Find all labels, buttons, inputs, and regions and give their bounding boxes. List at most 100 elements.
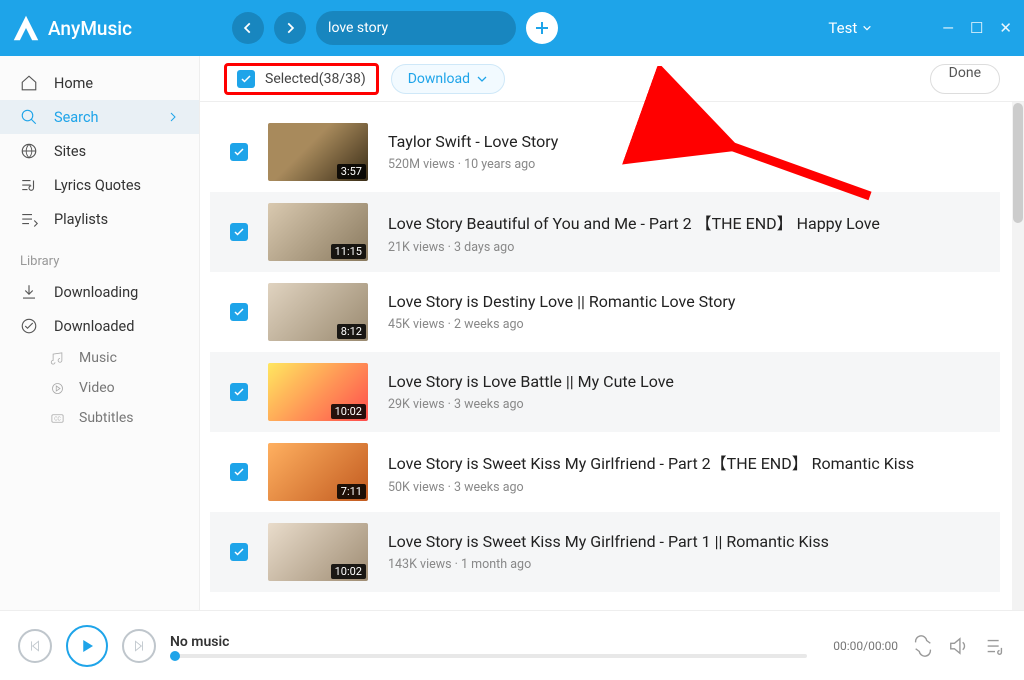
sidebar-sub-subtitles[interactable]: CC Subtitles xyxy=(0,403,199,433)
row-checkbox[interactable] xyxy=(230,143,248,161)
result-title: Love Story is Love Battle || My Cute Lov… xyxy=(388,372,1000,391)
sidebar-item-label: Video xyxy=(79,380,115,396)
action-bar: Selected(38/38) Download Done xyxy=(200,56,1024,102)
check-icon xyxy=(233,386,245,398)
scrollbar[interactable] xyxy=(1012,102,1024,610)
download-label: Download xyxy=(408,71,470,87)
next-button[interactable] xyxy=(122,629,156,663)
sidebar-item-label: Music xyxy=(79,350,117,366)
result-title: Love Story is Sweet Kiss My Girlfriend -… xyxy=(388,532,1000,551)
sidebar-item-search[interactable]: Search xyxy=(0,100,199,134)
music-icon xyxy=(50,351,65,366)
download-button[interactable]: Download xyxy=(391,64,505,94)
sidebar-item-label: Downloading xyxy=(54,284,138,301)
selected-count-label: Selected(38/38) xyxy=(265,71,366,87)
result-title: Love Story Beautiful of You and Me - Par… xyxy=(388,210,1000,234)
result-row[interactable]: 3:57 Taylor Swift - Love Story 520M views… xyxy=(210,112,1000,192)
previous-button[interactable] xyxy=(18,629,52,663)
duration: 7:11 xyxy=(337,484,366,499)
sidebar-item-sites[interactable]: Sites xyxy=(0,134,199,168)
video-icon xyxy=(50,381,65,396)
duration: 3:57 xyxy=(337,164,366,179)
test-menu[interactable]: Test xyxy=(828,19,872,37)
sidebar: Home Search Sites Lyrics Quotes Playlist… xyxy=(0,56,200,610)
sidebar-item-playlists[interactable]: Playlists xyxy=(0,202,199,236)
test-label: Test xyxy=(828,19,857,37)
loop-button[interactable] xyxy=(912,635,934,657)
duration: 8:12 xyxy=(337,324,366,339)
sidebar-item-label: Playlists xyxy=(54,211,108,228)
chevron-down-icon xyxy=(862,23,872,33)
duration: 11:15 xyxy=(331,244,366,259)
sidebar-item-downloaded[interactable]: Downloaded xyxy=(0,309,199,343)
result-meta: 50K views · 3 weeks ago xyxy=(388,480,1000,495)
sidebar-item-lyrics[interactable]: Lyrics Quotes xyxy=(0,168,199,202)
subtitles-icon: CC xyxy=(50,411,65,426)
sidebar-item-label: Sites xyxy=(54,143,86,160)
check-icon xyxy=(233,546,245,558)
queue-button[interactable] xyxy=(984,635,1006,657)
volume-button[interactable] xyxy=(948,635,970,657)
result-meta: 45K views · 2 weeks ago xyxy=(388,317,1000,332)
result-row[interactable]: 11:15 Love Story Beautiful of You and Me… xyxy=(210,192,1000,272)
scrollbar-thumb[interactable] xyxy=(1013,103,1023,223)
sidebar-sub-video[interactable]: Video xyxy=(0,373,199,403)
done-button[interactable]: Done xyxy=(930,64,1000,94)
result-row[interactable]: 7:11 Love Story is Sweet Kiss My Girlfri… xyxy=(210,432,1000,512)
progress-knob[interactable] xyxy=(170,651,180,661)
maximize-button[interactable]: ☐ xyxy=(970,19,983,37)
check-icon xyxy=(233,226,245,238)
sidebar-item-label: Subtitles xyxy=(79,410,134,426)
result-row[interactable]: 10:02 Love Story is Love Battle || My Cu… xyxy=(210,352,1000,432)
search-input[interactable] xyxy=(328,20,506,36)
row-checkbox[interactable] xyxy=(230,463,248,481)
result-row[interactable]: 10:02 Love Story is Sweet Kiss My Girlfr… xyxy=(210,512,1000,592)
downloaded-icon xyxy=(20,317,38,335)
sidebar-item-downloading[interactable]: Downloading xyxy=(0,275,199,309)
lyrics-icon xyxy=(20,176,38,194)
row-checkbox[interactable] xyxy=(230,543,248,561)
video-thumbnail: 3:57 xyxy=(268,123,368,181)
app-name: AnyMusic xyxy=(48,17,132,40)
svg-text:CC: CC xyxy=(54,416,61,422)
result-title: Love Story is Destiny Love || Romantic L… xyxy=(388,292,1000,311)
player-bar: No music 00:00/00:00 xyxy=(0,610,1024,680)
play-button[interactable] xyxy=(66,625,108,667)
previous-icon xyxy=(28,639,42,653)
sidebar-sub-music[interactable]: Music xyxy=(0,343,199,373)
row-checkbox[interactable] xyxy=(230,223,248,241)
minimize-button[interactable]: — xyxy=(942,19,954,37)
time-display: 00:00/00:00 xyxy=(833,639,898,653)
playlists-icon xyxy=(20,210,38,228)
home-icon xyxy=(20,74,38,92)
search-icon xyxy=(20,108,38,126)
result-meta: 520M views · 10 years ago xyxy=(388,157,1000,172)
result-meta: 143K views · 1 month ago xyxy=(388,557,1000,572)
chevron-down-icon xyxy=(476,73,488,85)
video-thumbnail: 8:12 xyxy=(268,283,368,341)
check-icon xyxy=(233,306,245,318)
video-thumbnail: 10:02 xyxy=(268,523,368,581)
sidebar-item-home[interactable]: Home xyxy=(0,66,199,100)
result-title: Taylor Swift - Love Story xyxy=(388,132,1000,151)
result-meta: 21K views · 3 days ago xyxy=(388,240,1000,255)
row-checkbox[interactable] xyxy=(230,383,248,401)
progress-bar[interactable] xyxy=(170,654,807,658)
close-button[interactable]: ✕ xyxy=(999,19,1012,37)
search-input-wrap[interactable] xyxy=(316,11,516,45)
chevron-left-icon xyxy=(241,21,255,35)
library-section-label: Library xyxy=(0,236,199,275)
video-thumbnail: 10:02 xyxy=(268,363,368,421)
back-button[interactable] xyxy=(232,12,264,44)
sidebar-item-label: Home xyxy=(54,75,93,92)
add-button[interactable] xyxy=(526,12,558,44)
result-row[interactable]: 8:12 Love Story is Destiny Love || Roman… xyxy=(210,272,1000,352)
row-checkbox[interactable] xyxy=(230,303,248,321)
select-all-checkbox[interactable] xyxy=(237,70,255,88)
logo-icon xyxy=(12,14,40,42)
select-all-box[interactable]: Selected(38/38) xyxy=(224,63,379,95)
downloading-icon xyxy=(20,283,38,301)
check-icon xyxy=(240,73,252,85)
check-icon xyxy=(233,146,245,158)
forward-button[interactable] xyxy=(274,12,306,44)
